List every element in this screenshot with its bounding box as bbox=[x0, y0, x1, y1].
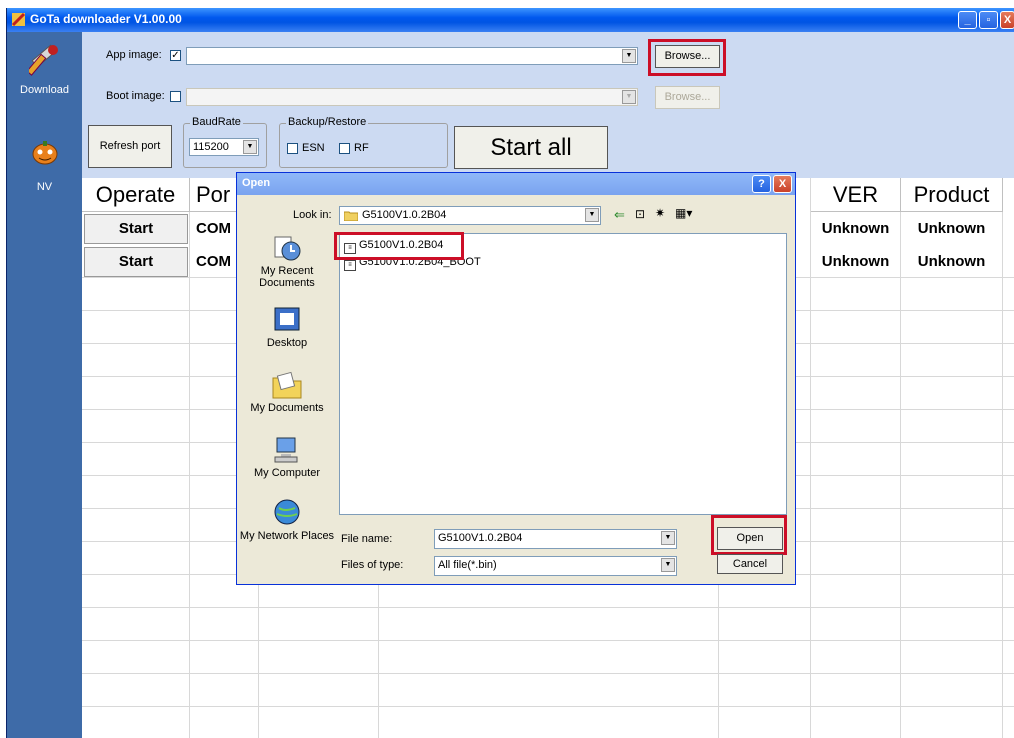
cancel-button[interactable]: Cancel bbox=[717, 554, 783, 574]
esn-label: ESN bbox=[302, 142, 325, 154]
highlight-box bbox=[711, 515, 787, 555]
folder-icon bbox=[344, 211, 358, 221]
place-desktop[interactable]: Desktop bbox=[237, 305, 337, 349]
up-folder-icon[interactable]: ⊡ bbox=[635, 207, 645, 221]
header-operate[interactable]: Operate bbox=[82, 178, 190, 212]
refresh-port-button[interactable]: Refresh port bbox=[88, 125, 172, 168]
look-in-combo[interactable]: G5100V1.0.2B04 ▼ bbox=[339, 206, 601, 225]
grid-line bbox=[82, 706, 1014, 707]
place-label: My Recent Documents bbox=[259, 265, 315, 289]
header-ver[interactable]: VER bbox=[811, 178, 901, 212]
file-list[interactable]: ≡ G5100V1.0.2B04 ≡ G5100V1.0.2B04_BOOT bbox=[339, 233, 787, 515]
place-recent[interactable]: My Recent Documents bbox=[237, 233, 337, 289]
place-label: My Network Places bbox=[239, 530, 335, 542]
place-label: Desktop bbox=[266, 337, 308, 349]
look-in-value: G5100V1.0.2B04 bbox=[362, 209, 447, 221]
file-name-input[interactable]: G5100V1.0.2B04 ▼ bbox=[434, 529, 677, 549]
sidebar-item-label: NV bbox=[36, 181, 53, 193]
place-my-computer[interactable]: My Computer bbox=[237, 435, 337, 479]
minimize-button[interactable]: _ bbox=[958, 11, 977, 29]
boot-image-checkbox[interactable] bbox=[170, 91, 181, 102]
grid-line bbox=[1002, 178, 1003, 738]
recent-documents-icon bbox=[274, 236, 301, 261]
control-panel: App image: ✓ ▼ Browse... Boot image: ▼ B… bbox=[82, 32, 1014, 178]
ver-cell-row-1: Unknown bbox=[821, 220, 890, 237]
chevron-down-icon[interactable]: ▼ bbox=[661, 531, 675, 545]
dialog-title: Open bbox=[242, 177, 271, 189]
help-button[interactable]: ? bbox=[752, 175, 771, 193]
chevron-down-icon[interactable]: ▼ bbox=[243, 140, 257, 154]
start-button-row-2[interactable]: Start bbox=[84, 247, 188, 277]
open-dialog: Open ? X Look in: G5100V1.0.2B04 ▼ ⇐ ⊡ ✷… bbox=[236, 172, 796, 585]
pumpkin-icon bbox=[32, 141, 57, 165]
place-label: My Documents bbox=[250, 402, 324, 414]
app-image-label: App image: bbox=[106, 49, 162, 61]
boot-image-label: Boot image: bbox=[106, 90, 165, 102]
dialog-close-button[interactable]: X bbox=[773, 175, 792, 193]
file-type-value: All file(*.bin) bbox=[438, 559, 497, 571]
highlight-box bbox=[648, 39, 726, 76]
view-menu-icon[interactable]: ▦▾ bbox=[675, 206, 692, 220]
app-icon bbox=[11, 12, 26, 27]
start-all-button[interactable]: Start all bbox=[454, 126, 608, 169]
start-button-row-1[interactable]: Start bbox=[84, 214, 188, 244]
browse-boot-button[interactable]: Browse... bbox=[655, 86, 720, 109]
rf-label: RF bbox=[354, 142, 369, 154]
baudrate-group: BaudRate 115200 ▼ bbox=[183, 116, 267, 168]
my-documents-icon bbox=[272, 371, 302, 399]
bin-file-icon: ≡ bbox=[344, 260, 356, 271]
sidebar-item-download[interactable]: Download bbox=[7, 44, 82, 96]
chevron-down-icon[interactable]: ▼ bbox=[661, 558, 675, 572]
look-in-label: Look in: bbox=[293, 209, 332, 221]
file-name-label: File name: bbox=[341, 533, 393, 545]
dialog-title-bar: Open ? X bbox=[237, 173, 795, 195]
sidebar-item-nv[interactable]: NV bbox=[7, 137, 82, 193]
grid-line bbox=[82, 607, 1014, 608]
product-cell-row-1: Unknown bbox=[917, 220, 986, 237]
my-network-places-icon bbox=[274, 499, 300, 525]
grid-line bbox=[82, 673, 1014, 674]
place-my-documents[interactable]: My Documents bbox=[237, 370, 337, 414]
close-button[interactable]: X bbox=[1000, 11, 1014, 29]
baudrate-value: 115200 bbox=[193, 141, 229, 153]
file-type-select[interactable]: All file(*.bin) ▼ bbox=[434, 556, 677, 576]
places-bar: My Recent Documents Desktop My Documents… bbox=[237, 229, 337, 561]
sidebar-item-label: Download bbox=[20, 84, 69, 96]
boot-image-combo[interactable]: ▼ bbox=[186, 88, 638, 106]
restore-button[interactable]: ▫ bbox=[979, 11, 998, 29]
header-product[interactable]: Product bbox=[901, 178, 1003, 212]
rf-checkbox[interactable] bbox=[339, 143, 350, 154]
new-folder-icon[interactable]: ✷ bbox=[655, 206, 665, 220]
chevron-down-icon[interactable]: ▼ bbox=[585, 208, 599, 222]
title-bar: GoTa downloader V1.00.00 _ ▫ X bbox=[7, 8, 1014, 32]
baudrate-combo[interactable]: 115200 ▼ bbox=[189, 138, 259, 156]
sidebar: Download NV bbox=[7, 32, 82, 738]
window-title: GoTa downloader V1.00.00 bbox=[30, 12, 182, 26]
esn-checkbox[interactable] bbox=[287, 143, 298, 154]
file-name-value: G5100V1.0.2B04 bbox=[438, 532, 523, 544]
file-type-label: Files of type: bbox=[341, 559, 404, 571]
grid-line bbox=[82, 640, 1014, 641]
place-my-network[interactable]: My Network Places bbox=[237, 498, 337, 542]
backup-restore-group: Backup/Restore ESN RF bbox=[279, 116, 448, 168]
product-cell-row-2: Unknown bbox=[917, 253, 986, 270]
place-label: My Computer bbox=[253, 467, 321, 479]
highlight-box bbox=[334, 232, 464, 260]
app-image-combo[interactable]: ▼ bbox=[186, 47, 638, 65]
ver-cell-row-2: Unknown bbox=[821, 253, 890, 270]
desktop-icon bbox=[274, 307, 300, 331]
backup-restore-group-label: Backup/Restore bbox=[286, 116, 369, 128]
tools-icon bbox=[28, 44, 58, 76]
chevron-down-icon[interactable]: ▼ bbox=[622, 90, 636, 104]
my-computer-icon bbox=[274, 437, 298, 463]
baudrate-group-label: BaudRate bbox=[190, 116, 243, 128]
back-icon[interactable]: ⇐ bbox=[614, 207, 625, 223]
chevron-down-icon[interactable]: ▼ bbox=[622, 49, 636, 63]
app-image-checkbox[interactable]: ✓ bbox=[170, 50, 181, 61]
